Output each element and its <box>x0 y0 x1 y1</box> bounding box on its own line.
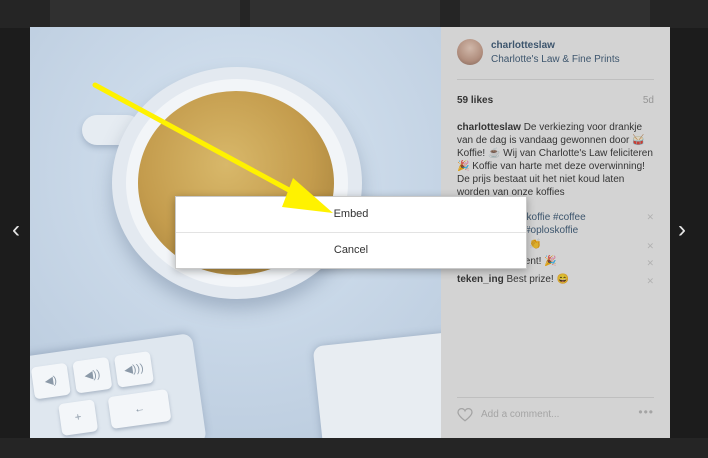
keyboard-key: ◀) <box>30 362 71 400</box>
keyboard-key: + <box>58 399 99 436</box>
keyboard-key: ← <box>107 388 172 429</box>
keyboard-key: ◀))) <box>113 351 155 388</box>
chevron-right-icon[interactable]: › <box>678 218 686 242</box>
post-options-dialog: Embed Cancel <box>175 196 527 269</box>
keyboard: ◀) ◀)) ◀))) + ← <box>30 333 207 438</box>
trackpad <box>312 331 441 438</box>
keyboard-key: ◀)) <box>72 356 113 394</box>
cancel-button[interactable]: Cancel <box>176 233 526 268</box>
chevron-left-icon[interactable]: ‹ <box>12 218 20 242</box>
embed-button[interactable]: Embed <box>176 197 526 232</box>
